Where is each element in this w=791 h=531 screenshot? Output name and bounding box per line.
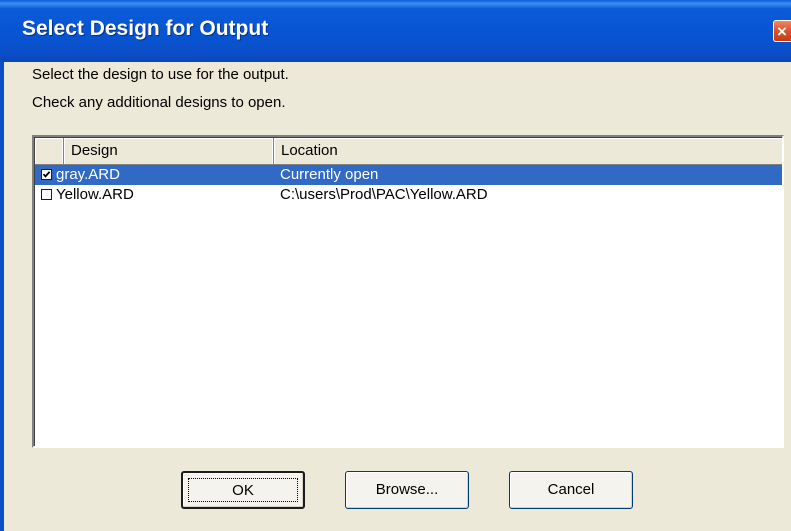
row-design-name: Yellow.ARD [56, 186, 134, 203]
title-bar[interactable]: Select Design for Output × [0, 0, 791, 62]
browse-button-label: Browse... [375, 481, 439, 498]
column-header-check[interactable] [35, 138, 64, 164]
row-checkbox-yellow[interactable] [41, 189, 52, 200]
close-button[interactable]: × [773, 20, 791, 42]
column-header-location[interactable]: Location [274, 138, 784, 164]
cancel-button-label: Cancel [547, 481, 595, 498]
column-header-design[interactable]: Design [64, 138, 274, 164]
list-row-yellow[interactable]: Yellow.ARD C:\users\Prod\PAC\Yellow.ARD [35, 185, 782, 205]
row-location: Currently open [280, 166, 379, 183]
window-frame-left [0, 62, 4, 531]
window-title: Select Design for Output [22, 17, 269, 40]
instruction-line-1: Select the design to use for the output. [32, 66, 289, 83]
design-list[interactable]: Design Location gray.ARD Currently open … [32, 135, 784, 448]
row-location: C:\users\Prod\PAC\Yellow.ARD [280, 186, 488, 203]
cancel-button[interactable]: Cancel [509, 471, 633, 509]
row-design-name: gray.ARD [56, 166, 120, 183]
design-list-inner: Design Location gray.ARD Currently open … [34, 137, 782, 446]
list-header: Design Location [35, 138, 782, 165]
browse-button[interactable]: Browse... [345, 471, 469, 509]
close-icon: × [777, 22, 787, 41]
row-checkbox-gray[interactable] [41, 169, 52, 180]
ok-button[interactable]: OK [181, 471, 305, 509]
ok-button-label: OK [232, 482, 254, 499]
instruction-line-2: Check any additional designs to open. [32, 94, 286, 111]
checkmark-icon [42, 171, 51, 178]
dialog-window: Select Design for Output × Select the de… [0, 0, 791, 531]
list-row-gray[interactable]: gray.ARD Currently open [35, 165, 782, 185]
